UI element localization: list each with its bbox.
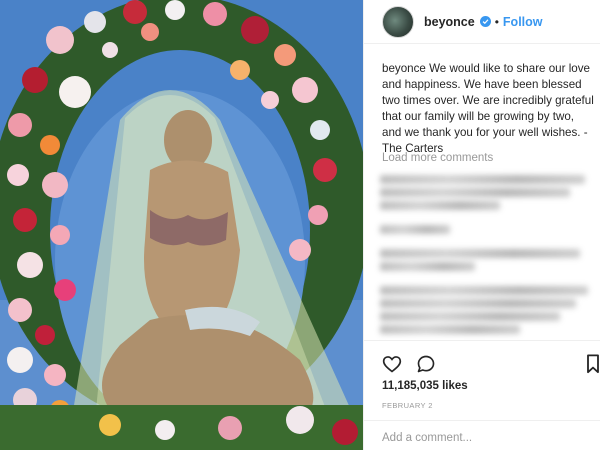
username-link[interactable]: beyonce <box>424 15 475 29</box>
action-bar <box>364 340 600 374</box>
post-date: FEBRUARY 2 <box>382 401 433 410</box>
add-comment-input[interactable]: Add a comment... <box>364 420 600 450</box>
bookmark-icon[interactable] <box>586 354 600 379</box>
follow-button[interactable]: Follow <box>503 15 543 29</box>
post-photo[interactable] <box>0 0 363 450</box>
heart-icon[interactable] <box>382 354 402 379</box>
separator-dot: • <box>494 14 499 29</box>
verified-badge-icon <box>479 16 491 27</box>
avatar[interactable] <box>382 5 414 38</box>
post-panel: beyonce • Follow beyonce We would like t… <box>363 0 600 450</box>
load-more-comments-button[interactable]: Load more comments <box>382 152 493 164</box>
post-caption: beyonce We would like to share our love … <box>382 61 594 157</box>
caption-text: We would like to share our love and happ… <box>382 62 594 155</box>
likes-count[interactable]: 11,185,035 likes <box>382 380 468 392</box>
photo-illustration <box>0 0 363 450</box>
comment-bubble-icon[interactable] <box>416 354 436 379</box>
post-header: beyonce • Follow <box>364 0 600 44</box>
caption-username[interactable]: beyonce <box>382 62 426 75</box>
blurred-comments <box>380 171 600 338</box>
